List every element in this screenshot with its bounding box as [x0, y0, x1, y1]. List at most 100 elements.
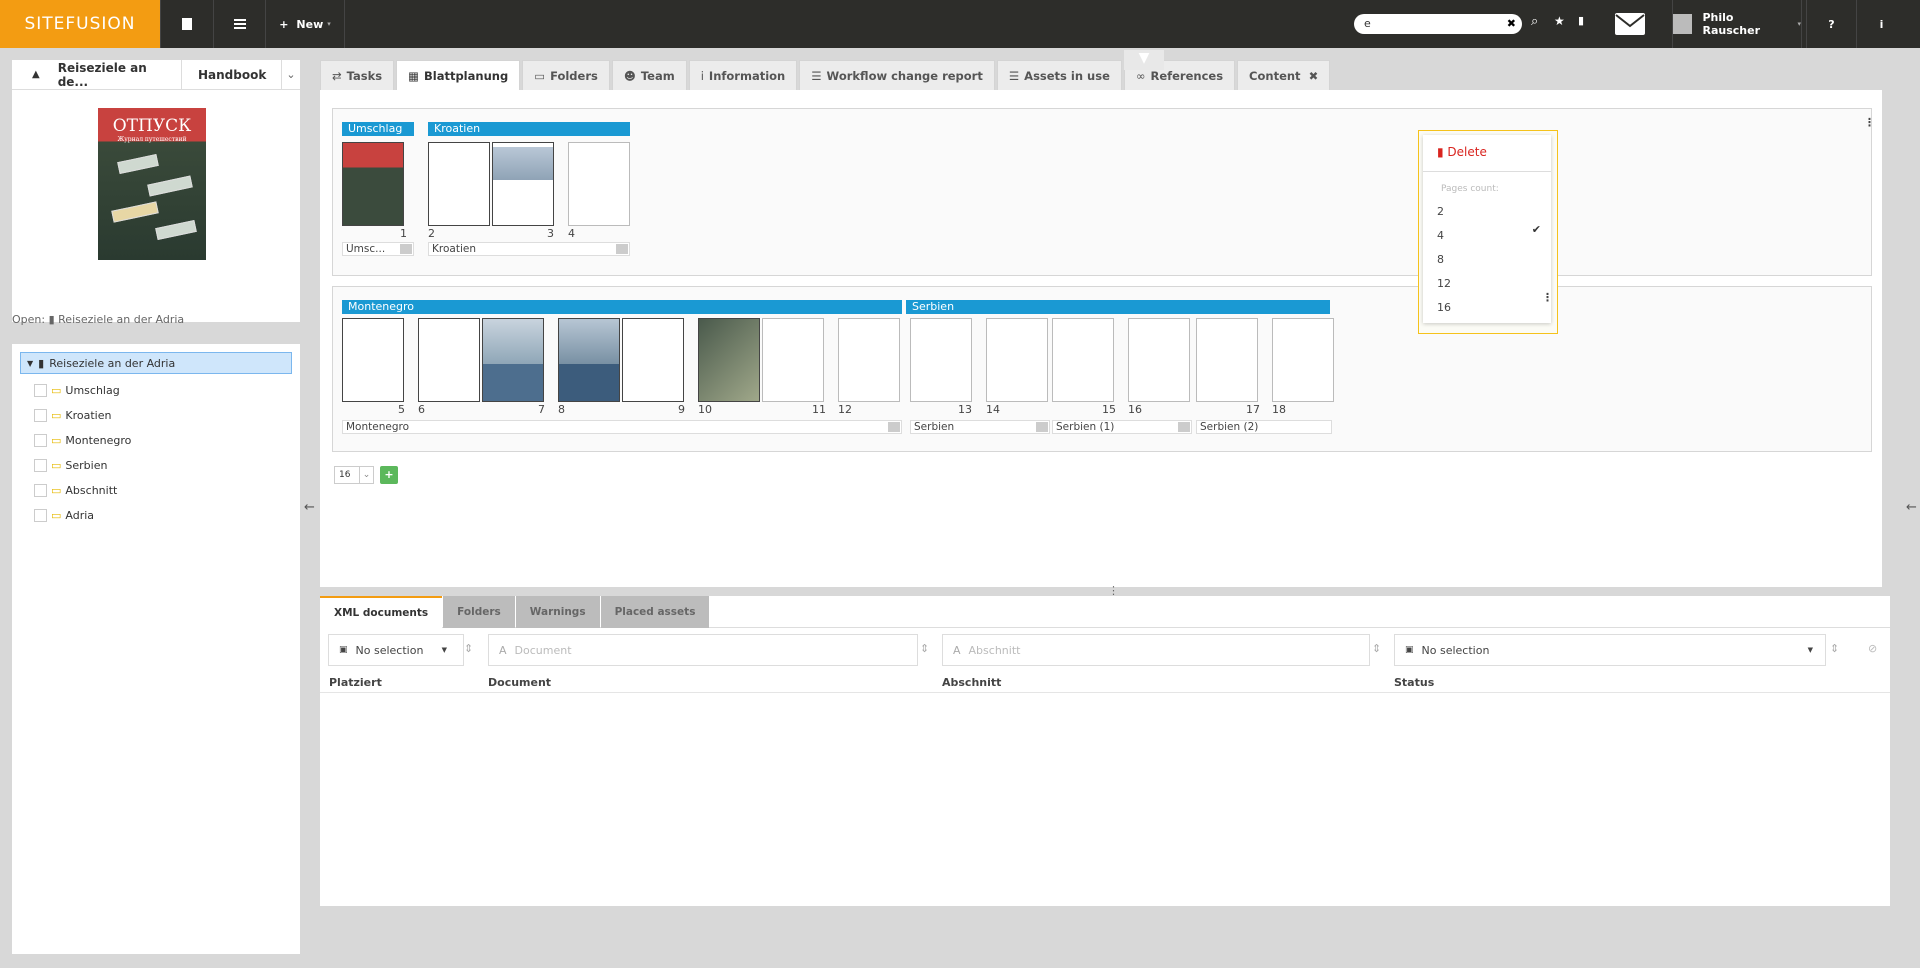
toggle-panel-button[interactable]: ▼ [1124, 50, 1164, 70]
clear-icon[interactable]: ✖ [1507, 14, 1516, 34]
tab-folders-lower[interactable]: Folders [443, 596, 515, 628]
page-thumb[interactable] [910, 318, 972, 402]
pages-option[interactable]: 16 [1437, 301, 1451, 314]
tree-item-umschlag[interactable]: ▭ Umschlag [12, 378, 300, 403]
search-input[interactable]: e ✖ [1354, 14, 1522, 34]
checkbox[interactable] [34, 384, 47, 397]
page-thumb[interactable] [622, 318, 684, 402]
tab-blattplanung[interactable]: ▦ Blattplanung [396, 60, 521, 90]
page-footer[interactable]: Serbien (1) [1052, 420, 1192, 434]
status-filter[interactable]: ▣ No selection ▼ [1394, 634, 1826, 666]
sort-icon[interactable]: ⇕ [464, 642, 473, 655]
collapse-left-icon[interactable]: ← [304, 500, 315, 515]
close-icon[interactable]: ✖ [1309, 69, 1319, 83]
more-options-icon[interactable]: ⋮ [1542, 291, 1553, 304]
page-thumb[interactable] [342, 142, 404, 226]
tab-team[interactable]: ☻ Team [611, 60, 687, 90]
page-footer[interactable]: Serbien [910, 420, 1050, 434]
chapter-kroatien[interactable]: Kroatien [428, 122, 630, 136]
sort-icon[interactable]: ⇕ [1372, 642, 1381, 655]
platziert-filter[interactable]: ▣ No selection ▼ [328, 634, 464, 666]
new-button[interactable]: + New ▾ [265, 0, 345, 48]
page-thumb[interactable] [1272, 318, 1334, 402]
page-thumb[interactable] [482, 318, 544, 402]
page-thumb[interactable] [568, 142, 630, 226]
tab-workflow-report[interactable]: ☰ Workflow change report [799, 60, 995, 90]
sort-icon[interactable]: ⇕ [1830, 642, 1839, 655]
column-header[interactable]: Platziert [329, 676, 382, 689]
more-options-icon[interactable]: ⋮ [1864, 116, 1875, 129]
page-footer[interactable]: Umsc... [342, 242, 414, 256]
page-thumb[interactable] [986, 318, 1048, 402]
column-header[interactable]: Status [1394, 676, 1434, 689]
checkbox[interactable] [34, 434, 47, 447]
page-footer[interactable]: Serbien (2) [1196, 420, 1332, 434]
page-thumb[interactable] [1128, 318, 1190, 402]
tab-content[interactable]: Content ✖ [1237, 60, 1331, 90]
messages-button[interactable] [1608, 0, 1652, 48]
star-icon[interactable]: ★ [1554, 14, 1565, 28]
page-thumb[interactable] [1196, 318, 1258, 402]
search-icon[interactable]: ⌕ [1531, 14, 1538, 29]
checkbox[interactable] [34, 509, 47, 522]
page-footer[interactable]: Kroatien [428, 242, 630, 256]
tab-placed-assets[interactable]: Placed assets [600, 596, 710, 628]
tree-item-montenegro[interactable]: ▭ Montenegro [12, 428, 300, 453]
page-thumb[interactable] [838, 318, 900, 402]
expand-icon[interactable]: ▼ [27, 359, 33, 368]
menu-button[interactable] [213, 0, 265, 48]
page-thumb[interactable] [418, 318, 480, 402]
tree-item-abschnitt[interactable]: ▭ Abschnitt [12, 478, 300, 503]
chapter-montenegro[interactable]: Montenegro [342, 300, 902, 314]
chapter-serbien[interactable]: Serbien [906, 300, 1330, 314]
doc-type-tab[interactable]: Handbook [182, 60, 282, 89]
image-icon [1036, 422, 1048, 432]
checkbox[interactable] [34, 459, 47, 472]
page-thumb[interactable] [698, 318, 760, 402]
collapse-right-icon[interactable]: ← [1906, 500, 1917, 515]
tab-xml-documents[interactable]: XML documents [320, 596, 443, 628]
bookmark-icon[interactable]: ▮ [1578, 14, 1584, 27]
page-thumb[interactable] [762, 318, 824, 402]
user-menu[interactable]: Philo Rauscher ▾ [1672, 0, 1802, 48]
abschnitt-filter[interactable]: A Abschnitt [942, 634, 1370, 666]
tab-assets-in-use[interactable]: ☰ Assets in use [996, 60, 1122, 90]
page-thumb[interactable] [492, 142, 554, 226]
tree-item-serbien[interactable]: ▭ Serbien [12, 453, 300, 478]
tab-warnings[interactable]: Warnings [515, 596, 600, 628]
tab-information[interactable]: i Information [688, 60, 798, 90]
doc-type-dropdown[interactable]: ⌄ [282, 60, 300, 89]
doc-title-tab[interactable]: ▲ Reiseziele an de... [12, 60, 182, 89]
pages-option[interactable]: 12 [1437, 277, 1451, 290]
page-thumb[interactable] [428, 142, 490, 226]
pages-option[interactable]: 2 [1437, 205, 1444, 218]
clear-filter-icon[interactable]: ⊘ [1868, 642, 1877, 655]
tree-item-adria[interactable]: ▭ Adria [12, 503, 300, 528]
info-button[interactable]: i [1856, 0, 1906, 48]
page-thumb[interactable] [558, 318, 620, 402]
tree-item-kroatien[interactable]: ▭ Kroatien [12, 403, 300, 428]
tree-root[interactable]: ▼ ▮ Reiseziele an der Adria [20, 352, 292, 374]
add-chapter-button[interactable]: + [380, 466, 398, 484]
page-footer[interactable]: Montenegro [342, 420, 902, 434]
tab-tasks[interactable]: ⇄ Tasks [320, 60, 395, 90]
checkbox[interactable] [34, 409, 47, 422]
book-button[interactable] [160, 0, 213, 48]
cover-image[interactable]: ОТПУСК Журнал путешествий [98, 108, 206, 260]
page-thumb[interactable] [1052, 318, 1114, 402]
column-header[interactable]: Abschnitt [942, 676, 1001, 689]
page-thumb[interactable] [342, 318, 404, 402]
tab-folders[interactable]: ▭ Folders [522, 60, 610, 90]
pages-option[interactable]: 8 [1437, 253, 1444, 266]
chapter-umschlag[interactable]: Umschlag [342, 122, 414, 136]
checkbox[interactable] [34, 484, 47, 497]
delete-option[interactable]: ▮ Delete [1437, 145, 1487, 159]
sort-icon[interactable]: ⇕ [920, 642, 929, 655]
zoom-select[interactable]: 16 ⌄ [334, 466, 374, 484]
pages-option[interactable]: 4 [1437, 229, 1444, 242]
column-header[interactable]: Document [488, 676, 551, 689]
envelope-icon [1615, 13, 1645, 35]
footer-label: Umsc... [346, 243, 386, 255]
document-filter[interactable]: A Document [488, 634, 918, 666]
help-button[interactable]: ? [1806, 0, 1856, 48]
